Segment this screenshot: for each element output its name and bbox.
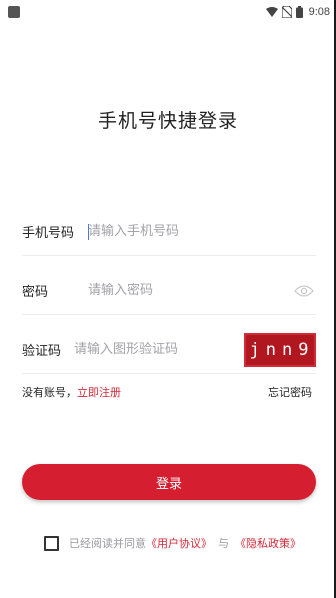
text-cursor [88, 224, 89, 240]
login-button[interactable]: 登录 [22, 464, 316, 500]
agreement-and: 与 [218, 537, 229, 550]
privacy-policy-link[interactable]: 《隐私政策》 [235, 535, 301, 551]
agreement-row: 已经阅读并同意 《用户协议》 与 《隐私政策》 [44, 535, 301, 551]
no-sim-icon [281, 6, 292, 18]
agreement-checkbox[interactable] [44, 535, 59, 551]
register-link[interactable]: 立即注册 [77, 384, 121, 400]
user-agreement-link[interactable]: 《用户协议》 [146, 535, 212, 551]
status-bar: 9:08 [0, 0, 336, 24]
phone-input[interactable] [88, 208, 316, 255]
captcha-image[interactable]: jnn9 [244, 332, 316, 367]
status-time: 9:08 [308, 6, 330, 18]
wifi-icon [265, 7, 278, 17]
forgot-password-link[interactable]: 忘记密码 [268, 384, 312, 400]
account-links: 没有账号， 立即注册 忘记密码 [22, 384, 312, 400]
phone-row: 手机号码 [22, 208, 316, 256]
eye-icon[interactable] [294, 284, 314, 298]
battery-icon [295, 6, 303, 18]
captcha-row: 验证码 jnn9 [22, 326, 316, 374]
password-label: 密码 [22, 285, 49, 300]
agreement-prefix: 已经阅读并同意 [69, 537, 146, 550]
phone-label: 手机号码 [22, 226, 75, 241]
password-row: 密码 [22, 267, 316, 315]
app-notification-icon [8, 6, 20, 18]
captcha-image-text: jnn9 [249, 339, 315, 360]
page-title: 手机号快捷登录 [97, 110, 238, 132]
captcha-label: 验证码 [22, 344, 62, 359]
captcha-input[interactable] [74, 326, 244, 373]
password-input[interactable] [88, 267, 294, 314]
no-account-text: 没有账号， [22, 386, 77, 399]
status-icons: 9:08 [265, 6, 330, 18]
